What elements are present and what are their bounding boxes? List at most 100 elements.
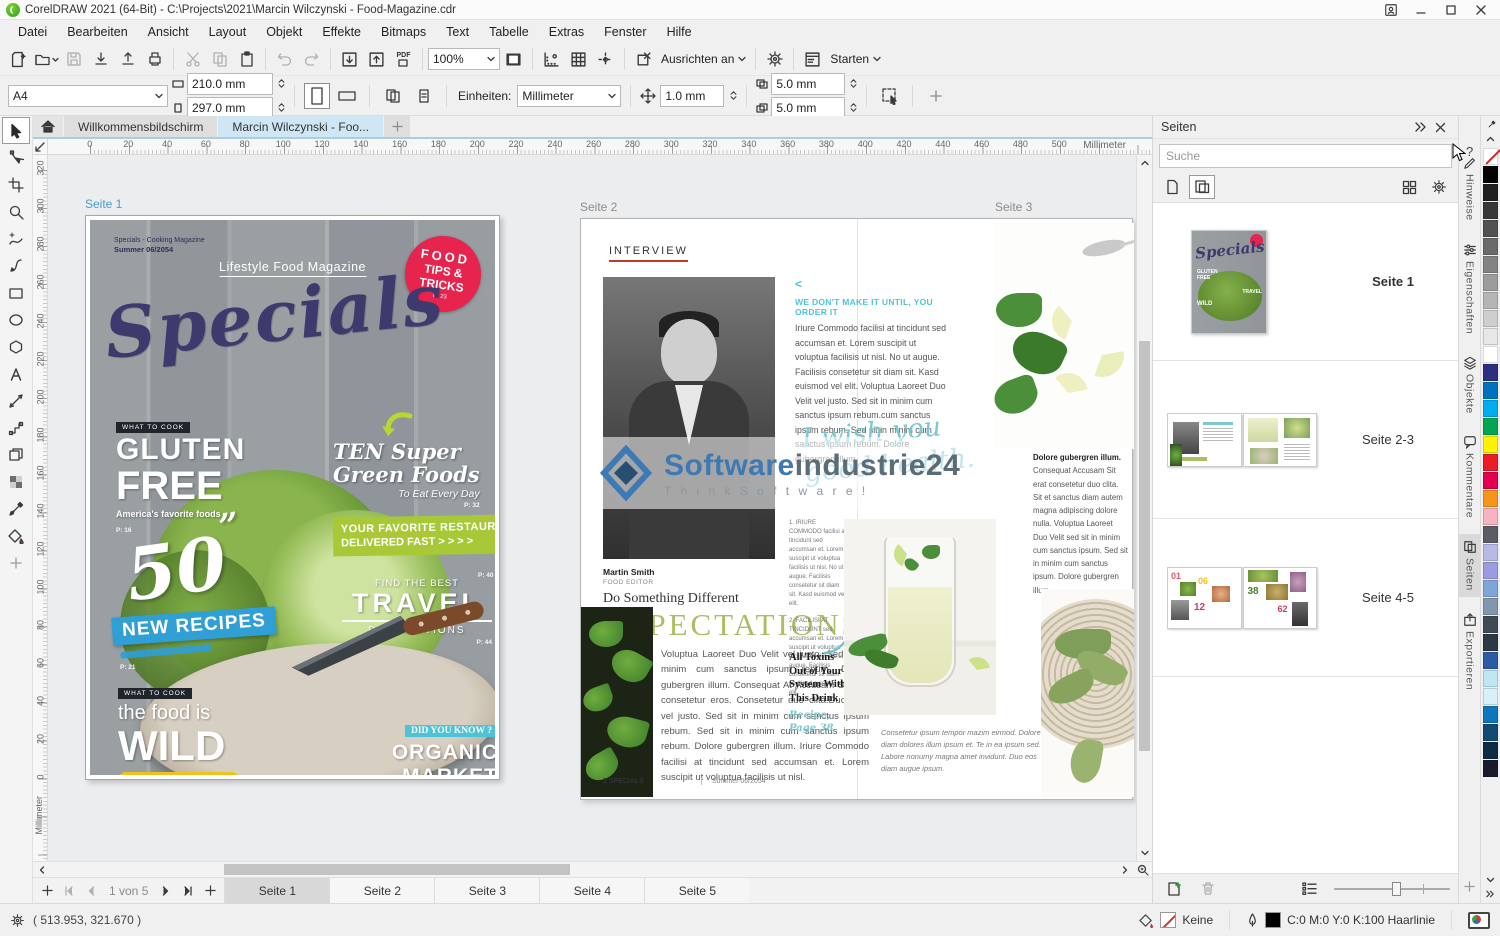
- tool-shape[interactable]: [2, 144, 30, 171]
- previous-page-icon[interactable]: [81, 881, 101, 901]
- zoom-to-page-icon[interactable]: [1134, 862, 1152, 878]
- copy-icon[interactable]: [206, 46, 233, 72]
- menu-hilfe[interactable]: Hilfe: [657, 22, 702, 42]
- palette-swatch[interactable]: [1483, 688, 1498, 705]
- palette-swatch[interactable]: [1483, 184, 1498, 201]
- align-to-dropdown[interactable]: Ausrichten an: [657, 47, 750, 71]
- vertical-scrollbar[interactable]: [1136, 155, 1152, 861]
- import-file-icon[interactable]: [336, 46, 363, 72]
- rulers-toggle-icon[interactable]: [538, 46, 565, 72]
- nudge-distance-field[interactable]: 1.0 mm: [660, 85, 724, 107]
- thumbnail-row-page2-3[interactable]: Seite 2-3: [1153, 361, 1458, 519]
- palette-no-color-swatch[interactable]: [1483, 148, 1498, 165]
- cut-icon[interactable]: [179, 46, 206, 72]
- tool-contour[interactable]: [2, 441, 30, 468]
- palette-swatch[interactable]: [1483, 616, 1498, 633]
- palette-swatch[interactable]: [1483, 454, 1498, 471]
- all-pages-icon[interactable]: [379, 83, 406, 109]
- save-icon[interactable]: [60, 46, 87, 72]
- palette-swatch[interactable]: [1483, 328, 1498, 345]
- welcome-screen-icon[interactable]: [799, 46, 826, 72]
- close-button[interactable]: [1466, 0, 1496, 19]
- drink-photo[interactable]: [844, 519, 996, 715]
- tool-transparency[interactable]: [2, 468, 30, 495]
- v-scroll-thumb[interactable]: [1139, 341, 1150, 751]
- palette-eyedropper-icon[interactable]: [1485, 118, 1496, 132]
- import-icon[interactable]: [87, 46, 114, 72]
- account-icon[interactable]: [1376, 0, 1406, 19]
- palette-swatch[interactable]: [1483, 436, 1498, 453]
- palette-swatch[interactable]: [1483, 670, 1498, 687]
- docker-tab-exportieren[interactable]: Exportieren: [1459, 607, 1481, 696]
- duplicate-y-spinner[interactable]: [850, 103, 857, 112]
- palette-swatch[interactable]: [1483, 274, 1498, 291]
- options-gear-icon[interactable]: [761, 46, 788, 72]
- expectations-kicker[interactable]: Do Something Different: [603, 591, 739, 607]
- page-tab-2[interactable]: Seite 2: [329, 878, 434, 903]
- magazine-cover[interactable]: Specials - Cooking MagazineSummer 06/205…: [90, 220, 495, 775]
- menu-datei[interactable]: Datei: [8, 22, 57, 42]
- current-page-icon[interactable]: [410, 83, 437, 109]
- docker-tab-hinweise[interactable]: Hinweise: [1459, 150, 1481, 227]
- cover-wild-block[interactable]: WHAT TO COOK the food is WILD HOLIDAY FE…: [118, 682, 240, 775]
- palette-swatch[interactable]: [1483, 220, 1498, 237]
- fullscreen-preview-icon[interactable]: [500, 46, 527, 72]
- launcher-dropdown[interactable]: Starten: [826, 47, 885, 71]
- palette-swatch[interactable]: [1483, 508, 1498, 525]
- tab-current-document[interactable]: Marcin Wilczynski - Foo...: [218, 116, 383, 137]
- palette-swatch[interactable]: [1483, 580, 1498, 597]
- menu-ansicht[interactable]: Ansicht: [138, 22, 199, 42]
- page-tab-4[interactable]: Seite 4: [539, 878, 644, 903]
- vertical-ruler[interactable]: Millimeter020406080100120140160180200220…: [33, 155, 48, 861]
- docker-tab-eigenschaften[interactable]: Eigenschaften: [1459, 237, 1481, 340]
- single-page-view-icon[interactable]: [1159, 175, 1185, 199]
- basil-photo[interactable]: [581, 607, 653, 797]
- maximize-button[interactable]: [1436, 0, 1466, 19]
- scroll-down-icon[interactable]: [1137, 845, 1152, 861]
- portrait-orientation-button[interactable]: [304, 83, 330, 109]
- palette-swatch[interactable]: [1483, 364, 1498, 381]
- document-color-settings-icon[interactable]: [1468, 912, 1490, 929]
- docker-tab-kommentare[interactable]: Kommentare: [1459, 429, 1481, 524]
- drawing-canvas[interactable]: Seite 1 Seite 2 Seite 3 Specials - Cooki…: [48, 155, 1136, 861]
- palette-scroll-down-icon[interactable]: [1486, 873, 1495, 887]
- docker-tab-objekte[interactable]: Objekte: [1459, 350, 1481, 420]
- palette-swatch[interactable]: [1483, 400, 1498, 417]
- minimize-button[interactable]: [1406, 0, 1436, 19]
- export-file-icon[interactable]: [363, 46, 390, 72]
- palette-swatch[interactable]: [1483, 166, 1498, 183]
- units-combo[interactable]: Millimeter: [517, 85, 621, 107]
- docker-options-gear-icon[interactable]: [1426, 175, 1452, 199]
- palette-swatch[interactable]: [1483, 346, 1498, 363]
- palette-swatch[interactable]: [1483, 652, 1498, 669]
- list-view-icon[interactable]: [1296, 877, 1322, 901]
- delete-page-icon[interactable]: [1195, 877, 1221, 901]
- docker-close-icon[interactable]: [1430, 117, 1450, 137]
- palette-swatch[interactable]: [1483, 562, 1498, 579]
- add-page-after-icon[interactable]: [200, 881, 220, 901]
- scroll-right-icon[interactable]: [1116, 862, 1134, 878]
- tool-connector[interactable]: [2, 414, 30, 441]
- cover-ten-block[interactable]: TEN Super Green Foods To Eat Every Day P…: [333, 440, 480, 509]
- landscape-orientation-button[interactable]: [334, 83, 360, 109]
- duplicate-x-field[interactable]: 5.0 mm: [771, 73, 845, 95]
- interview-subhead[interactable]: WE DON'T MAKE IT UNTIL, YOU ORDER IT: [795, 297, 947, 317]
- page2-3-thumbnail[interactable]: [1167, 413, 1317, 467]
- thumbnail-grid-icon[interactable]: [1396, 175, 1422, 199]
- tab-welcome-screen[interactable]: Willkommensbildschirm: [64, 116, 217, 137]
- back-glyph[interactable]: <: [795, 277, 947, 291]
- tool-pick[interactable]: [2, 117, 30, 144]
- width-spinner[interactable]: [278, 79, 285, 88]
- byline[interactable]: Martin SmithFOOD EDITOR: [603, 567, 654, 586]
- menu-text[interactable]: Text: [436, 22, 479, 42]
- page1-thumbnail[interactable]: Specials GLUTENFREEWILDTRAVEL: [1191, 230, 1267, 334]
- leaf-basket-photo[interactable]: [1041, 589, 1134, 797]
- palette-swatch[interactable]: [1483, 292, 1498, 309]
- menu-effekte[interactable]: Effekte: [312, 22, 371, 42]
- page4-5-thumbnail[interactable]: 01 06 12 38 62: [1167, 567, 1317, 629]
- page-tab-5[interactable]: Seite 5: [644, 878, 749, 903]
- menu-bitmaps[interactable]: Bitmaps: [371, 22, 436, 42]
- palette-swatch[interactable]: [1483, 724, 1498, 741]
- tool-eyedropper[interactable]: [2, 495, 30, 522]
- docker-collapse-icon[interactable]: [1410, 117, 1430, 137]
